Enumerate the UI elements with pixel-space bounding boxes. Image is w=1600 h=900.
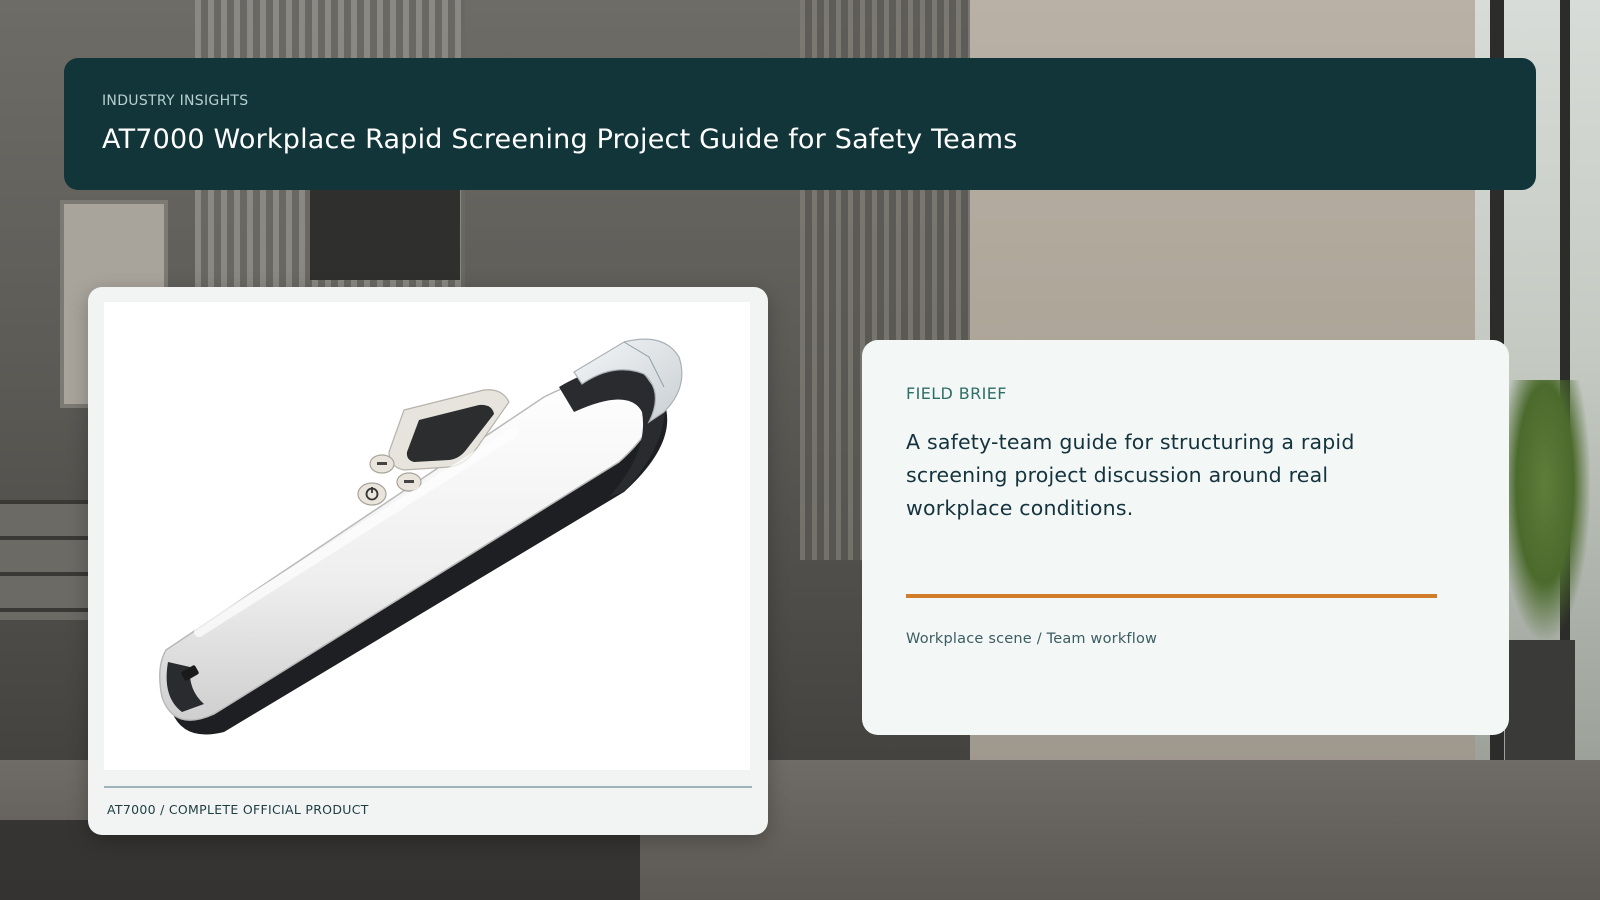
background-shelf: [0, 500, 90, 620]
brief-meta: Workplace scene / Team workflow: [906, 631, 1158, 647]
product-caption: AT7000 / COMPLETE OFFICIAL PRODUCT: [107, 802, 369, 817]
page: INDUSTRY INSIGHTS AT7000 Workplace Rapid…: [0, 0, 1600, 900]
divider: [104, 786, 752, 788]
background-plant: [1500, 380, 1590, 640]
background-notice-board: [310, 190, 460, 280]
brief-body: A safety-team guide for structuring a ra…: [906, 430, 1355, 520]
page-title: AT7000 Workplace Rapid Screening Project…: [102, 124, 1018, 155]
product-image: [104, 302, 750, 770]
header-eyebrow: INDUSTRY INSIGHTS: [102, 93, 249, 109]
accent-divider: [906, 594, 1437, 598]
brief-eyebrow: FIELD BRIEF: [906, 384, 1007, 403]
header-banner: INDUSTRY INSIGHTS AT7000 Workplace Rapid…: [64, 58, 1536, 190]
product-card: AT7000 / COMPLETE OFFICIAL PRODUCT: [88, 287, 768, 835]
field-brief-card: FIELD BRIEF A safety-team guide for stru…: [862, 340, 1509, 735]
breathalyzer-device-illustration: [159, 338, 683, 735]
